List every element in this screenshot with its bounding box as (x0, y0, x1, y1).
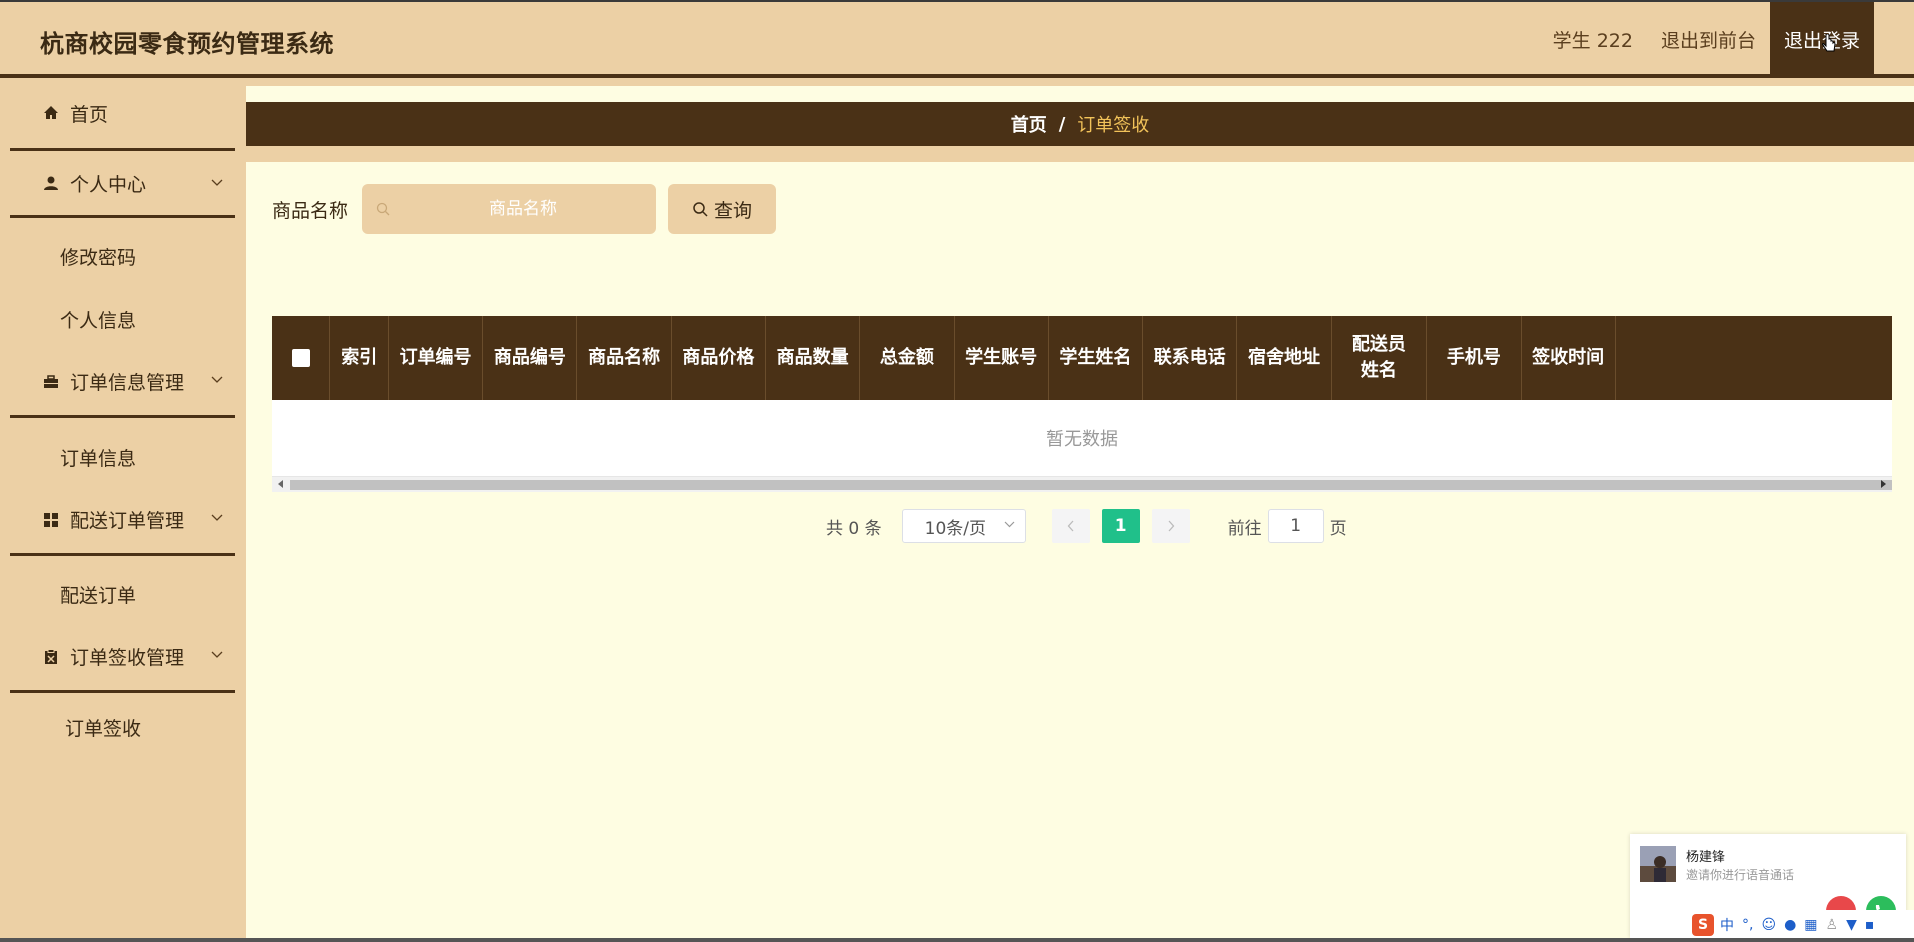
sidebar-item-label: 个人中心 (70, 173, 147, 196)
top-strip (246, 78, 1914, 86)
sidebar-item-delivery-order[interactable]: 配送订单 (60, 581, 136, 608)
select-all-cell (272, 316, 331, 400)
breadcrumb: 首页 / 订单签收 (246, 102, 1914, 146)
goto-page-input[interactable]: 1 (1267, 509, 1324, 543)
select-all-checkbox[interactable] (291, 349, 310, 367)
order-sign-table: 索引 订单编号 商品编号 商品名称 商品价格 商品数量 总金额 学生账号 学生姓名 联系电话 宿舍地… (272, 316, 1892, 492)
column-header: 学生账号 (955, 316, 1049, 400)
horizontal-scrollbar[interactable] (272, 476, 1892, 492)
user-icon (40, 175, 62, 191)
user-name: 学生 222 (1552, 29, 1633, 52)
column-header: 签收时间 (1522, 316, 1616, 400)
page-unit-label: 页 (1329, 518, 1347, 539)
search-input[interactable] (390, 184, 656, 234)
sidebar-item-sign-management[interactable]: 订单签收管理 (10, 623, 235, 693)
page-size-value: 10条/页 (924, 518, 986, 539)
sidebar-item-home[interactable]: 首页 (10, 78, 235, 148)
grid-icon (40, 512, 62, 528)
search-icon (376, 202, 390, 216)
next-page-button[interactable] (1151, 509, 1190, 543)
column-header: 手机号 (1427, 316, 1522, 400)
crumb-under-strip (246, 146, 1914, 162)
column-header: 学生姓名 (1049, 316, 1144, 400)
sidebar-item-label: 订单签收管理 (70, 647, 185, 669)
toolbox-icon[interactable]: ▪ (1865, 917, 1875, 933)
chevron-down-icon (211, 376, 223, 383)
sidebar-item-personal[interactable]: 个人中心 (10, 148, 235, 218)
chevron-left-icon (1067, 520, 1074, 532)
keyboard-icon[interactable]: ▦ (1804, 917, 1817, 933)
page-size-select[interactable]: 10条/页 (901, 509, 1026, 543)
clipboard-icon (40, 648, 62, 665)
chevron-right-icon (1168, 520, 1174, 532)
ime-toolbar: S 中 °, ☺ ● ▦ ♙ ▼ ▪ (1690, 910, 1914, 940)
query-button-label: 查询 (713, 199, 752, 222)
sidebar-item-label: 首页 (70, 103, 109, 126)
chevron-down-icon (211, 179, 223, 186)
column-header: 总金额 (860, 316, 955, 400)
home-icon (40, 105, 62, 121)
breadcrumb-separator: / (1058, 113, 1066, 135)
search-box (362, 184, 656, 234)
column-header: 联系电话 (1143, 316, 1238, 400)
column-header: 订单编号 (389, 316, 484, 400)
front-link[interactable]: 退出到前台 (1647, 2, 1770, 76)
table-header: 索引 订单编号 商品编号 商品名称 商品价格 商品数量 总金额 学生账号 学生姓名 联系电话 宿舍地… (272, 316, 1892, 400)
caller-name: 杨建锋 (1686, 850, 1726, 865)
skin-icon[interactable]: ▼ (1846, 917, 1857, 933)
sidebar-item-label: 订单信息管理 (70, 372, 185, 394)
punctuation-icon[interactable]: °, (1742, 917, 1753, 933)
search-label: 商品名称 (272, 200, 349, 222)
sidebar-item-order-management[interactable]: 订单信息管理 (10, 348, 235, 418)
column-header: 配送员姓名 (1332, 316, 1428, 400)
ime-language[interactable]: 中 (1720, 915, 1734, 935)
top-header: 杭商校园零食预约管理系统 学生 222 退出到前台 退出登录 (0, 0, 1914, 78)
sogou-logo-icon: S (1692, 914, 1714, 936)
chevron-down-icon (211, 514, 223, 521)
person-icon[interactable]: ♙ (1826, 917, 1839, 933)
pagination: 共 0 条 10条/页 1 前往 1 页 (826, 508, 1347, 544)
breadcrumb-home[interactable]: 首页 (1011, 111, 1047, 137)
sidebar-item-sign-order[interactable]: 订单签收 (65, 714, 141, 741)
breadcrumb-current: 订单签收 (1077, 115, 1150, 136)
scrollbar-thumb[interactable] (290, 480, 1892, 490)
page-number-current[interactable]: 1 (1101, 509, 1140, 543)
column-header: 商品编号 (483, 316, 578, 400)
emoji-icon[interactable]: ☺ (1761, 917, 1776, 933)
query-button[interactable]: 查询 (668, 184, 776, 234)
sidebar: 首页 个人中心 修改密码 个人信息 订单信息管理 订单信息 配送订单管理 配送订… (0, 78, 246, 942)
briefcase-icon (40, 374, 62, 390)
column-header: 宿舍地址 (1237, 316, 1332, 400)
hand-cursor-icon (1822, 34, 1836, 52)
sidebar-item-order-info[interactable]: 订单信息 (60, 444, 136, 471)
microphone-icon[interactable]: ● (1784, 917, 1796, 933)
app-title: 杭商校园零食预约管理系统 (40, 30, 334, 58)
total-count: 共 0 条 (826, 518, 882, 539)
column-header: 商品价格 (672, 316, 766, 400)
column-header: 商品名称 (577, 316, 672, 400)
caller-avatar (1640, 846, 1676, 882)
column-header: 商品数量 (766, 316, 861, 400)
prev-page-button[interactable] (1051, 509, 1090, 543)
search-icon (693, 202, 708, 217)
call-invite-text: 邀请你进行语音通话 (1686, 868, 1795, 882)
sidebar-item-label: 配送订单管理 (70, 510, 185, 532)
sidebar-item-profile[interactable]: 个人信息 (60, 306, 136, 333)
chevron-down-icon (1004, 521, 1015, 528)
column-header: 操作 (1616, 316, 1892, 400)
column-header: 索引 (330, 316, 389, 400)
sidebar-item-delivery-management[interactable]: 配送订单管理 (10, 486, 235, 556)
chevron-down-icon (211, 651, 223, 658)
scroll-left-arrow-icon[interactable] (278, 480, 283, 488)
empty-message: 暂无数据 (1046, 429, 1118, 450)
sidebar-item-change-password[interactable]: 修改密码 (60, 243, 136, 270)
bottom-border (0, 938, 1914, 942)
goto-label: 前往 (1227, 518, 1262, 539)
scroll-right-arrow-icon[interactable] (1881, 480, 1886, 488)
